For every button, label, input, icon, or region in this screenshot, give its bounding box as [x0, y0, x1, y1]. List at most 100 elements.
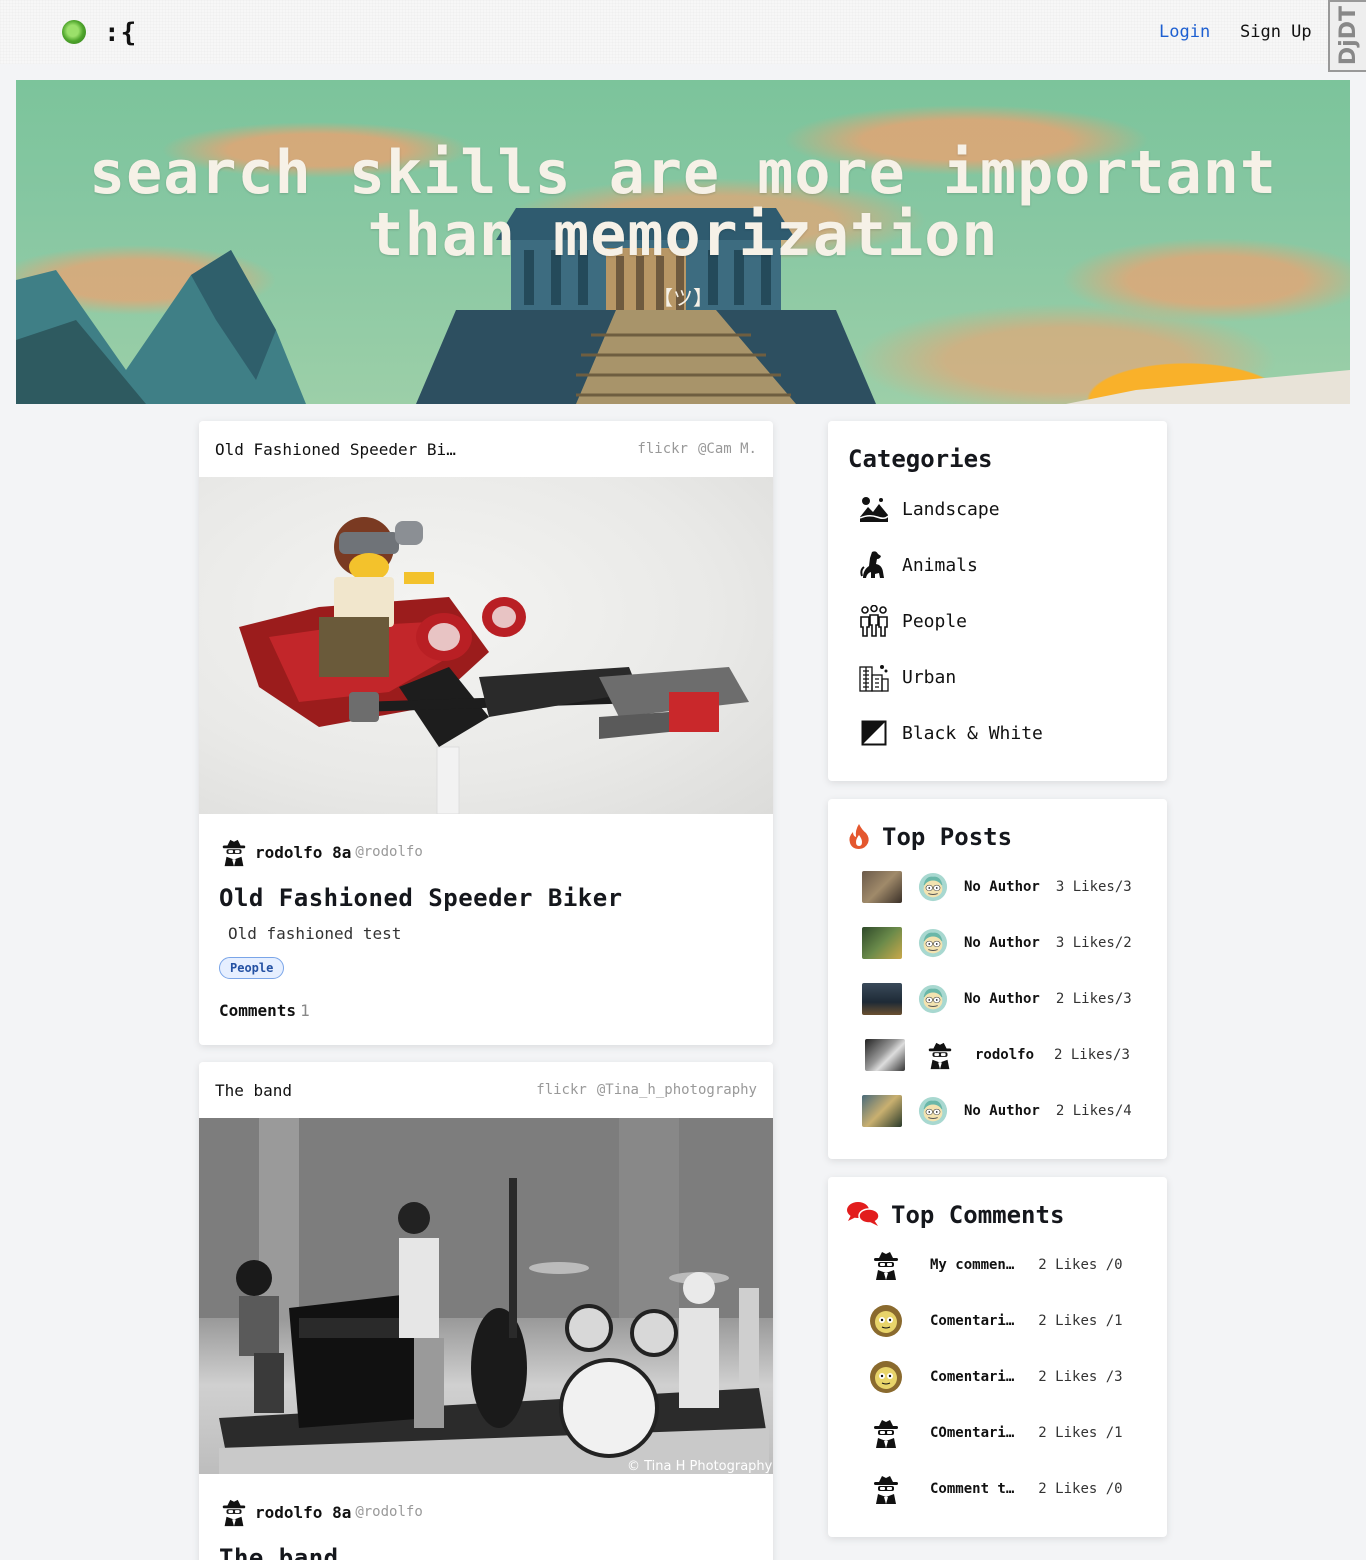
top-comment-text[interactable]: COmentari… [930, 1425, 1014, 1441]
post-title[interactable]: Old Fashioned Speeder Biker [219, 884, 753, 912]
category-black-white[interactable]: Black & White [858, 713, 1043, 753]
post-source: flickr @Tina_h_photography [526, 1082, 757, 1098]
top-post-likes: 2 Likes/3 [1054, 1047, 1130, 1063]
lego-band-photo: © Tina H Photography [199, 1118, 773, 1474]
lego-speeder-photo [239, 517, 749, 814]
post-source-site[interactable]: flickr [637, 441, 688, 457]
hero-title-line2: than memorization [367, 200, 999, 270]
top-navbar: :{ Login Sign Up [0, 0, 1366, 64]
post-thumbnail[interactable] [862, 871, 902, 903]
category-label: People [902, 610, 968, 632]
post-header: Old Fashioned Speeder Bi… flickr @Cam M. [199, 421, 773, 477]
top-comment-likes: 2 Likes /1 [1038, 1313, 1123, 1329]
face-avatar-icon[interactable] [870, 1305, 902, 1337]
post-title[interactable]: The band [219, 1544, 753, 1560]
spy-avatar-icon[interactable] [870, 1417, 902, 1449]
face-avatar-icon[interactable] [870, 1361, 902, 1393]
category-label: Black & White [902, 722, 1043, 744]
post-credit[interactable]: @Tina_h_photography [597, 1082, 757, 1098]
top-comment-text[interactable]: Comentari… [930, 1313, 1014, 1329]
top-comment-row[interactable]: My commen… 2 Likes /0 [870, 1245, 1123, 1285]
author-name[interactable]: rodolfo 8a [255, 1503, 351, 1522]
hero-subtitle: 【ツ】 [653, 286, 713, 310]
author-name[interactable]: rodolfo 8a [255, 843, 351, 862]
post-thumbnail[interactable] [862, 927, 902, 959]
top-post-author[interactable]: No Author [964, 1103, 1040, 1119]
post-header-title[interactable]: The band [215, 1081, 292, 1100]
post-body: rodolfo 8a @rodolfo Old Fashioned Speede… [199, 814, 773, 1040]
author-handle[interactable]: @rodolfo [355, 1504, 422, 1520]
top-comment-row[interactable]: Comment t… 2 Likes /0 [870, 1469, 1123, 1509]
comments-label: Comments [219, 1001, 297, 1020]
categories-title: Categories [848, 445, 993, 473]
top-post-author[interactable]: No Author [964, 991, 1040, 1007]
author-avatar-icon[interactable] [918, 984, 948, 1014]
post-description: Old fashioned test [228, 924, 402, 943]
top-comment-text[interactable]: My commen… [930, 1257, 1014, 1273]
post-thumbnail[interactable] [862, 1095, 902, 1127]
top-post-likes: 2 Likes/4 [1055, 1103, 1132, 1119]
top-post-row[interactable]: No Author 3 Likes/2 [862, 923, 1132, 963]
post-body: rodolfo 8a @rodolfo The band [199, 1474, 773, 1560]
top-post-row[interactable]: No Author 2 Likes/3 [862, 979, 1132, 1019]
top-post-row[interactable]: No Author 2 Likes/4 [862, 1091, 1132, 1131]
post-thumbnail[interactable] [865, 1039, 905, 1071]
category-people[interactable]: People [858, 601, 967, 641]
post-header: The band flickr @Tina_h_photography [199, 1062, 773, 1118]
category-animals[interactable]: Animals [858, 545, 978, 585]
signup-link[interactable]: Sign Up [1240, 22, 1312, 42]
top-post-author[interactable]: rodolfo [975, 1047, 1034, 1063]
top-comment-row[interactable]: Comentari… 2 Likes /3 [870, 1357, 1123, 1397]
author-row: rodolfo 8a @rodolfo [219, 1494, 753, 1530]
top-comment-likes: 2 Likes /1 [1038, 1425, 1123, 1441]
post-card: Old Fashioned Speeder Bi… flickr @Cam M. [199, 421, 773, 1045]
post-source: flickr @Cam M. [627, 441, 757, 457]
top-post-author[interactable]: No Author [964, 935, 1040, 951]
top-comments-title: Top Comments [891, 1201, 1065, 1229]
author-avatar-icon[interactable] [918, 928, 948, 958]
top-comment-text[interactable]: Comment t… [930, 1481, 1014, 1497]
category-label: Animals [902, 554, 978, 576]
spy-avatar-icon[interactable] [870, 1473, 902, 1505]
top-comment-text[interactable]: Comentari… [930, 1369, 1014, 1385]
hero-title: search skills are more important than me… [16, 142, 1350, 266]
hero-banner: search skills are more important than me… [16, 80, 1350, 404]
post-tag[interactable]: People [219, 957, 285, 979]
comments-count: 1 [300, 1001, 310, 1020]
spy-avatar-icon[interactable] [219, 1496, 249, 1528]
post-credit[interactable]: @Cam M. [698, 441, 757, 457]
contrast-icon [858, 717, 890, 749]
speech-bubbles-icon [846, 1201, 880, 1231]
top-post-row[interactable]: No Author 3 Likes/3 [862, 867, 1132, 907]
fire-icon [848, 823, 870, 853]
top-comment-likes: 2 Likes /0 [1038, 1481, 1123, 1497]
login-link[interactable]: Login [1159, 22, 1210, 42]
post-thumbnail[interactable] [862, 983, 902, 1015]
top-comment-row[interactable]: COmentari… 2 Likes /1 [870, 1413, 1123, 1453]
category-urban[interactable]: Urban [858, 657, 956, 697]
logo-icon[interactable] [62, 20, 86, 44]
top-post-author[interactable]: No Author [964, 879, 1040, 895]
spy-avatar-icon[interactable] [219, 836, 249, 868]
landscape-icon [858, 493, 890, 525]
post-card: The band flickr @Tina_h_photography © Ti… [199, 1062, 773, 1560]
people-icon [858, 605, 890, 637]
top-post-likes: 3 Likes/2 [1055, 935, 1132, 951]
comments-link[interactable]: Comments 1 [219, 1001, 753, 1020]
post-header-title[interactable]: Old Fashioned Speeder Bi… [215, 440, 456, 459]
top-comment-row[interactable]: Comentari… 2 Likes /1 [870, 1301, 1123, 1341]
logo-text[interactable]: :{ [104, 18, 137, 48]
debug-toolbar-handle[interactable]: DjDT [1328, 0, 1366, 72]
post-source-site[interactable]: flickr [536, 1082, 587, 1098]
spy-avatar-icon[interactable] [870, 1249, 902, 1281]
top-post-row[interactable]: rodolfo 2 Likes/3 [865, 1035, 1130, 1075]
post-image[interactable]: © Tina H Photography [199, 1118, 773, 1474]
post-image[interactable] [199, 477, 773, 814]
top-comment-likes: 2 Likes /0 [1038, 1257, 1123, 1273]
hero-title-line1: search skills are more important [89, 138, 1277, 208]
author-handle[interactable]: @rodolfo [355, 844, 422, 860]
author-avatar-icon[interactable] [918, 872, 948, 902]
author-avatar-icon[interactable] [918, 1096, 948, 1126]
category-landscape[interactable]: Landscape [858, 489, 1000, 529]
spy-avatar-icon[interactable] [925, 1039, 955, 1071]
